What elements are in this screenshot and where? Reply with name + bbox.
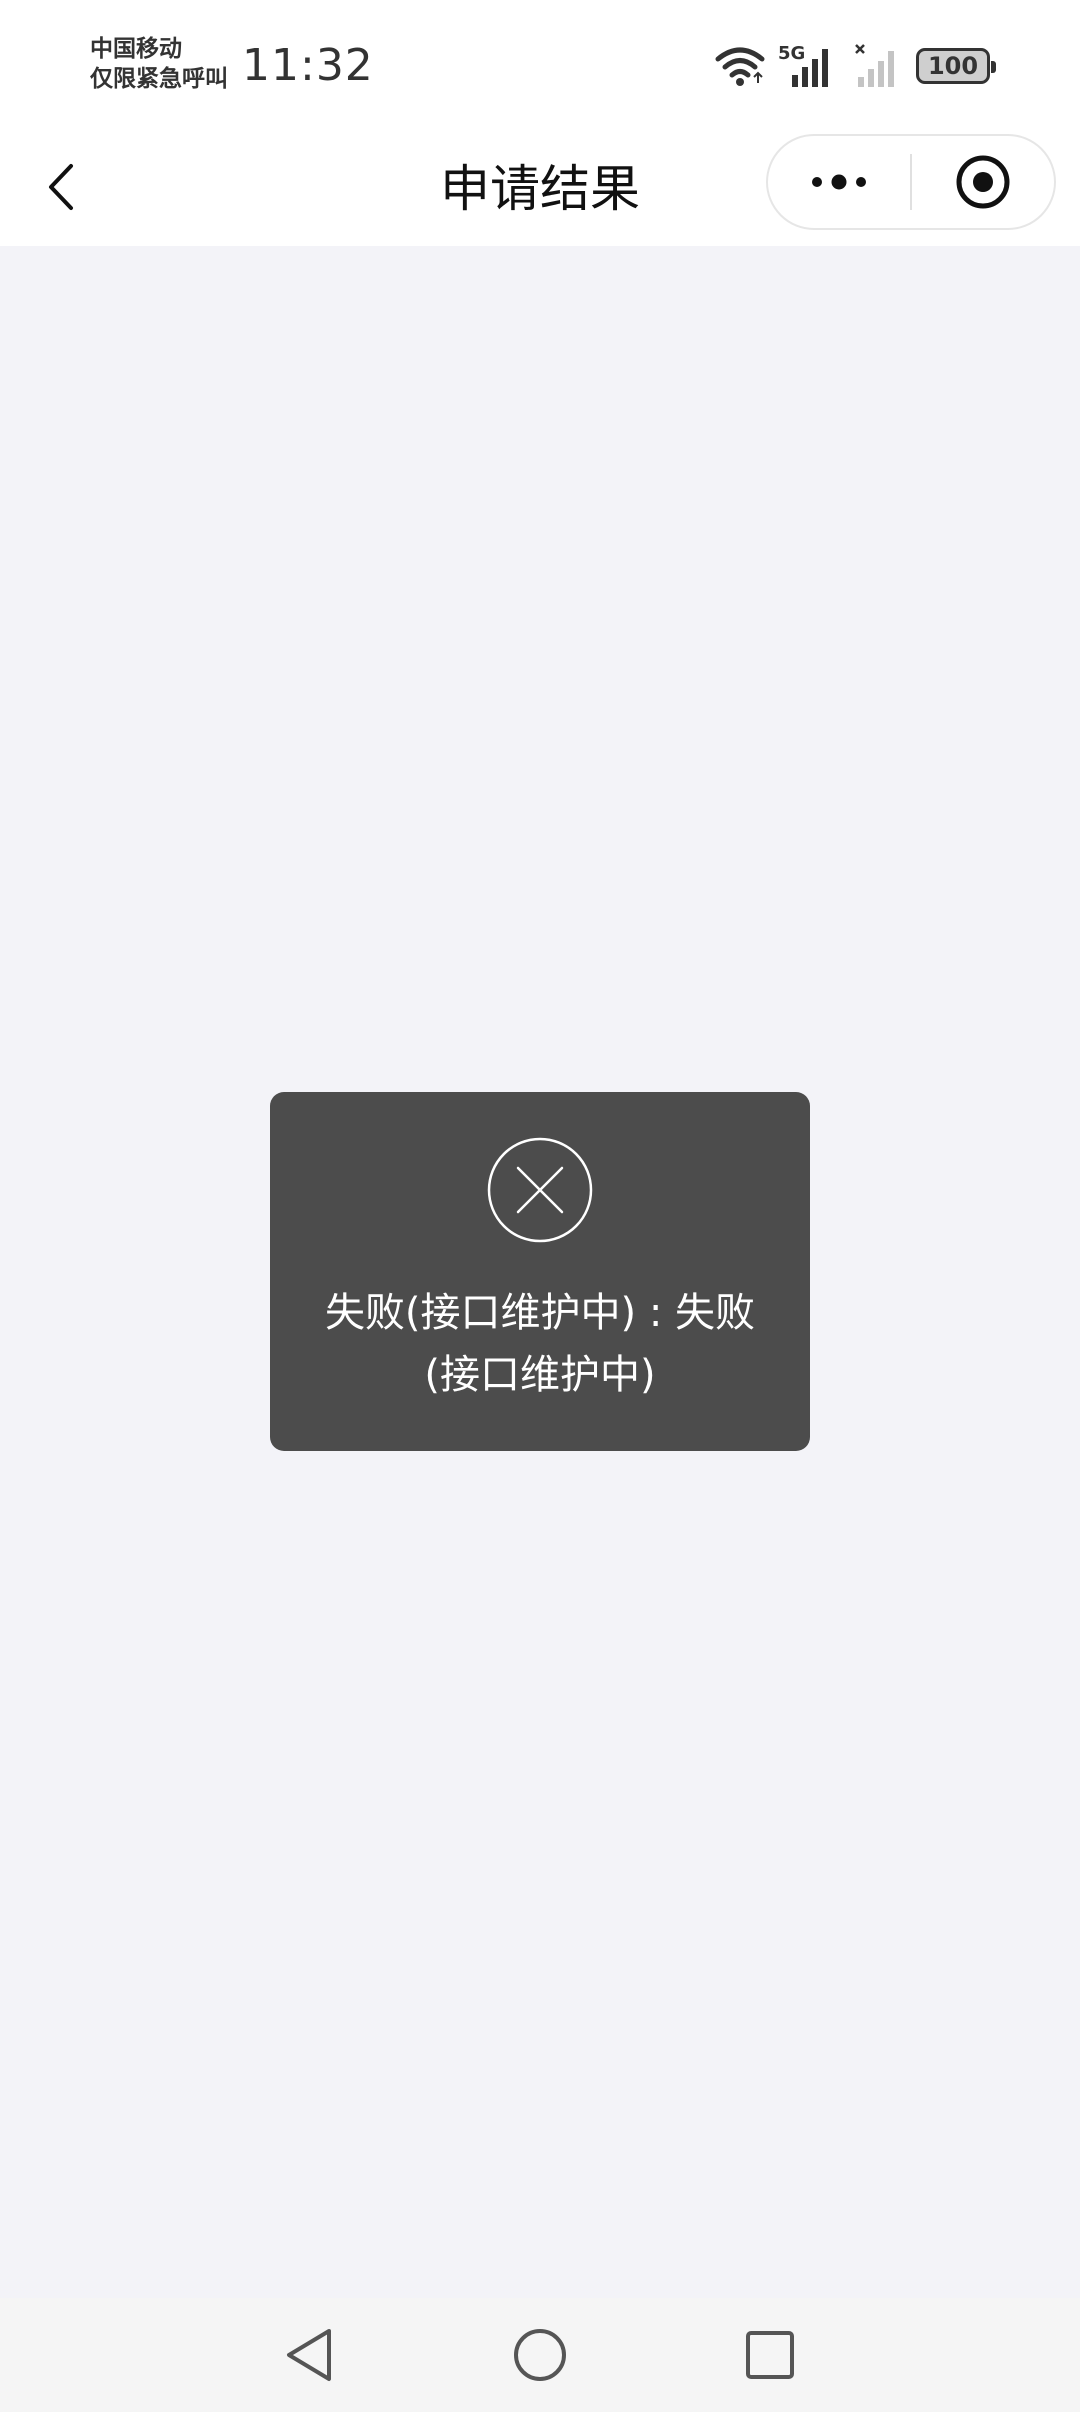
error-toast: 失败(接口维护中) : 失败(接口维护中) <box>270 1092 810 1451</box>
system-home-button[interactable] <box>505 2320 575 2390</box>
network-type-label: 5G <box>778 43 805 64</box>
close-miniprogram-button[interactable] <box>912 136 1054 228</box>
more-dots-icon <box>812 174 866 190</box>
emergency-only-label: 仅限紧急呼叫 <box>90 66 228 92</box>
square-recents-icon <box>746 2331 794 2379</box>
back-button[interactable] <box>30 152 90 222</box>
status-bar: 中国移动 仅限紧急呼叫 11:32 5G 100 <box>0 0 1080 132</box>
carrier-name: 中国移动 <box>90 36 182 62</box>
system-navigation-bar <box>0 2298 1080 2412</box>
wifi-icon <box>715 47 765 86</box>
battery-icon: 100 <box>916 48 996 84</box>
navigation-bar: 申请结果 <box>0 132 1080 246</box>
triangle-back-icon <box>287 2329 331 2381</box>
signal-5g-icon: 5G <box>778 43 828 87</box>
chevron-left-icon <box>49 164 73 210</box>
system-recents-button[interactable] <box>735 2320 805 2390</box>
status-icons: 5G 100 <box>714 40 996 92</box>
battery-level: 100 <box>927 52 979 80</box>
miniprogram-capsule <box>766 134 1056 230</box>
target-close-icon <box>956 155 1010 209</box>
carrier-info: 中国移动 仅限紧急呼叫 <box>90 34 228 94</box>
signal-no-service-icon <box>855 44 894 87</box>
more-button[interactable] <box>768 136 910 228</box>
close-circle-icon <box>487 1137 593 1243</box>
status-time: 11:32 <box>242 40 374 91</box>
circle-home-icon <box>514 2329 566 2381</box>
system-back-button[interactable] <box>274 2320 344 2390</box>
toast-message: 失败(接口维护中) : 失败(接口维护中) <box>324 1290 756 1398</box>
